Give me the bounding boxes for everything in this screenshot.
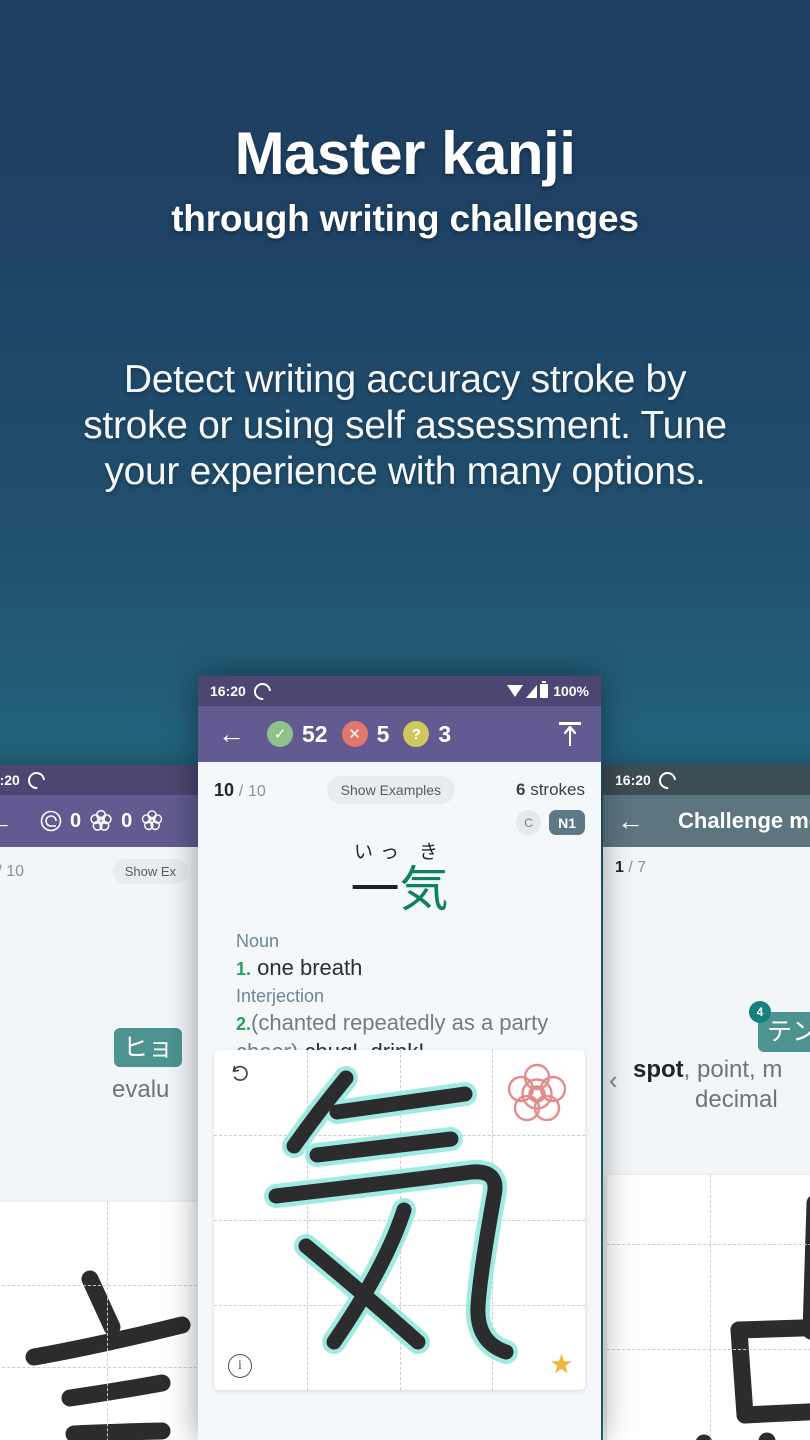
progress-index: 10 bbox=[214, 779, 235, 800]
spiral-icon bbox=[40, 810, 62, 832]
back-arrow-icon[interactable]: ← bbox=[617, 807, 644, 835]
left-score-group: 0 0 bbox=[39, 808, 165, 834]
right-gloss-line1: spot, point, m bbox=[633, 1055, 782, 1085]
camellia-flower-outline-icon bbox=[142, 810, 163, 831]
center-meta-row: 10 / 10 Show Examples 6 strokes bbox=[198, 762, 601, 804]
page-title: Master kanji bbox=[234, 120, 576, 187]
chevron-left-icon[interactable]: ‹ bbox=[609, 1065, 618, 1096]
right-drawn-kanji bbox=[695, 1196, 810, 1440]
right-gloss-rest: , point, m bbox=[683, 1056, 783, 1083]
wrong-count: 5 bbox=[376, 720, 390, 747]
definitions-list: Noun 1. one breath Interjection 2.(chant… bbox=[198, 918, 601, 1066]
show-examples-button[interactable]: Show Examples bbox=[326, 776, 456, 804]
definition-1: 1. one breath bbox=[236, 954, 563, 983]
right-meta-row: 1 / 7 bbox=[603, 847, 810, 877]
right-word-tag: テン 4 bbox=[749, 1001, 810, 1052]
back-arrow-icon[interactable]: ← bbox=[218, 720, 245, 748]
left-content: 1 / 10 Show Ex ヒョ evalu bbox=[0, 847, 200, 1440]
right-status-time: 16:20 bbox=[615, 772, 651, 788]
progress-counter: 10 / 10 bbox=[214, 780, 266, 801]
center-content: 10 / 10 Show Examples 6 strokes C N1 いっ … bbox=[198, 762, 601, 1440]
left-progress-total: 10 bbox=[6, 862, 25, 880]
definition-pos-2: Interjection bbox=[236, 986, 325, 1006]
left-phone-screenshot: 16:20 ← 0 0 bbox=[0, 765, 200, 1440]
definition-pos-1: Noun bbox=[236, 931, 280, 951]
circle-notification-icon bbox=[250, 679, 275, 703]
battery-percent: 100% bbox=[553, 683, 589, 699]
definition-2-num: 2. bbox=[236, 1014, 252, 1034]
right-progress-index: 1 bbox=[615, 859, 624, 876]
left-word-tag: ヒョ bbox=[114, 1028, 183, 1067]
flower-count: 0 bbox=[121, 809, 133, 832]
progress-total: 10 bbox=[247, 782, 266, 800]
left-writing-canvas[interactable] bbox=[0, 1202, 200, 1440]
right-tag-badge: 4 bbox=[749, 1001, 771, 1023]
stroke-count-value: 6 bbox=[515, 780, 526, 799]
left-progress-sep: / bbox=[0, 863, 2, 880]
description-line-1: Detect writing accuracy stroke by bbox=[123, 358, 687, 401]
share-upload-icon[interactable] bbox=[559, 722, 581, 746]
circle-notification-icon bbox=[655, 768, 680, 792]
right-content: 1 / 7 テン 4 ‹ spot, point, m decimal bbox=[603, 847, 810, 1440]
description-line-3: your experience with many options. bbox=[104, 450, 706, 493]
stroke-count-label: 6 strokes bbox=[516, 780, 585, 800]
right-progress-counter: 1 / 7 bbox=[615, 859, 646, 877]
left-tag-text: ヒョ bbox=[114, 1028, 183, 1067]
center-status-time: 16:20 bbox=[210, 683, 246, 699]
description-line-2: stroke or using self assessment. Tune bbox=[83, 404, 727, 447]
word-kanji-known: 一 bbox=[350, 861, 400, 918]
center-status-bar: 16:20 100% bbox=[198, 676, 601, 706]
promo-screenshot: Master kanji through writing challenges … bbox=[0, 0, 810, 1440]
left-progress-counter: 1 / 10 bbox=[0, 863, 24, 881]
progress-sep: / bbox=[238, 782, 244, 800]
left-gloss: evalu bbox=[112, 1076, 170, 1103]
status-badge-jlpt: N1 bbox=[549, 810, 585, 835]
center-phone-screenshot: 16:20 100% ← ✓ 52 ✕ 5 ? 3 10 / 10 Show E… bbox=[198, 676, 601, 1440]
stroke-count-word: strokes bbox=[530, 780, 585, 799]
question-circle-icon: ? bbox=[403, 721, 430, 747]
left-status-time: 16:20 bbox=[0, 772, 20, 788]
check-circle-icon: ✓ bbox=[267, 721, 293, 747]
right-gloss-bold: spot bbox=[633, 1056, 684, 1083]
badge-chips: C N1 bbox=[198, 804, 601, 835]
right-progress-sep: / bbox=[628, 859, 633, 876]
left-show-examples-button[interactable]: Show Ex bbox=[112, 859, 188, 884]
right-writing-canvas[interactable] bbox=[607, 1175, 810, 1440]
battery-icon bbox=[540, 681, 549, 698]
left-drawn-kanji bbox=[25, 1270, 191, 1440]
score-group: ✓ 52 ✕ 5 ? 3 bbox=[267, 721, 457, 748]
unsure-count: 3 bbox=[438, 720, 452, 747]
writing-canvas[interactable]: i ★ bbox=[214, 1050, 585, 1390]
cell-signal-icon bbox=[526, 684, 538, 698]
camellia-flower-icon bbox=[90, 809, 112, 831]
spiral-count: 0 bbox=[70, 809, 82, 832]
left-meta-row: 1 / 10 Show Ex bbox=[0, 847, 200, 884]
wifi-icon bbox=[507, 685, 524, 697]
word-display: いっ き 一気 bbox=[198, 837, 601, 918]
page-subtitle: through writing challenges bbox=[171, 198, 639, 239]
definition-1-num: 1. bbox=[236, 959, 252, 979]
drawn-kanji-strokes bbox=[264, 1066, 518, 1364]
center-app-bar: ← ✓ 52 ✕ 5 ? 3 bbox=[198, 706, 601, 762]
x-circle-icon: ✕ bbox=[341, 721, 368, 747]
status-badge-common: C bbox=[516, 810, 542, 835]
left-status-bar: 16:20 bbox=[0, 765, 200, 795]
word-reading: いっ き bbox=[353, 841, 446, 863]
right-progress-total: 7 bbox=[637, 859, 647, 876]
right-status-bar: 16:20 bbox=[603, 765, 810, 795]
circle-notification-icon bbox=[24, 768, 49, 792]
right-phone-screenshot: 16:20 ← Challenge mode 1 / 7 テン 4 ‹ s bbox=[603, 765, 810, 1440]
correct-count: 52 bbox=[302, 720, 328, 747]
word-kanji-current: 気 bbox=[399, 861, 449, 918]
right-app-bar-title: Challenge mode bbox=[678, 808, 810, 833]
back-arrow-icon[interactable]: ← bbox=[0, 807, 13, 835]
info-icon[interactable]: i bbox=[228, 1354, 252, 1378]
right-gloss-line2: decimal bbox=[695, 1086, 778, 1113]
word-kanji: 一気 bbox=[198, 862, 601, 918]
definition-1-text: one breath bbox=[257, 955, 363, 980]
star-icon[interactable]: ★ bbox=[550, 1349, 573, 1380]
page-description: Detect writing accuracy stroke by stroke… bbox=[30, 357, 780, 495]
right-app-bar: ← Challenge mode bbox=[603, 795, 810, 847]
left-app-bar: ← 0 0 bbox=[0, 795, 200, 847]
